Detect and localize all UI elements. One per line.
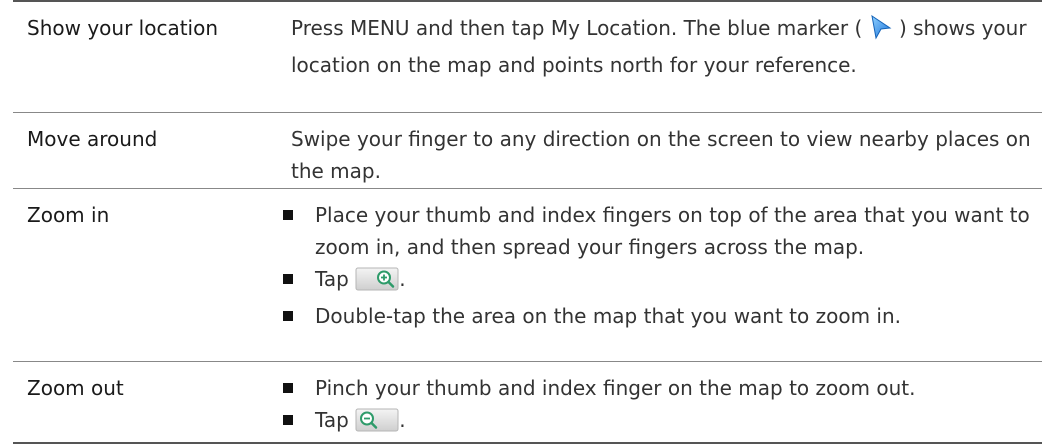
desc-show-location-text-before: Press MENU and then tap My Location. The… bbox=[291, 16, 863, 40]
zoom-in-list: Place your thumb and index fingers on to… bbox=[265, 199, 1036, 332]
zoom-out-tap-label: Tap bbox=[315, 408, 349, 432]
zoom-in-item-double-tap: Double-tap the area on the map that you … bbox=[265, 300, 1036, 332]
zoom-out-item-pinch: Pinch your thumb and index finger on the… bbox=[265, 372, 1036, 404]
term-move-around: Move around bbox=[27, 127, 158, 151]
desc-show-location: Press MENU and then tap My Location. The… bbox=[265, 2, 1042, 112]
zoom-in-item-pinch-spread: Place your thumb and index fingers on to… bbox=[265, 199, 1036, 263]
zoom-in-button-icon bbox=[355, 267, 399, 300]
term-zoom-out: Zoom out bbox=[27, 376, 124, 400]
map-gestures-table: Show your location Press MENU and then t… bbox=[13, 0, 1042, 444]
table-row-show-location: Show your location Press MENU and then t… bbox=[13, 0, 1042, 113]
zoom-in-item-tap: Tap . bbox=[265, 263, 1036, 300]
table-row-zoom-in: Zoom in Place your thumb and index finge… bbox=[13, 189, 1042, 362]
desc-move-around: Swipe your finger to any direction on th… bbox=[291, 127, 1031, 183]
table-row-move-around: Move around Swipe your finger to any dir… bbox=[13, 113, 1042, 189]
zoom-out-tap-suffix: . bbox=[399, 408, 406, 432]
desc-zoom-in: Place your thumb and index fingers on to… bbox=[265, 189, 1042, 361]
zoom-in-tap-suffix: . bbox=[399, 267, 406, 291]
desc-zoom-out: Pinch your thumb and index finger on the… bbox=[265, 362, 1042, 442]
zoom-in-tap-label: Tap bbox=[315, 267, 349, 291]
zoom-out-button-icon bbox=[355, 408, 399, 441]
term-show-location: Show your location bbox=[27, 16, 219, 40]
blue-location-marker-icon bbox=[869, 14, 893, 49]
zoom-out-item-tap: Tap . bbox=[265, 404, 1036, 441]
term-zoom-in: Zoom in bbox=[27, 203, 110, 227]
table-row-zoom-out: Zoom out Pinch your thumb and index fing… bbox=[13, 362, 1042, 444]
zoom-out-list: Pinch your thumb and index finger on the… bbox=[265, 372, 1036, 441]
